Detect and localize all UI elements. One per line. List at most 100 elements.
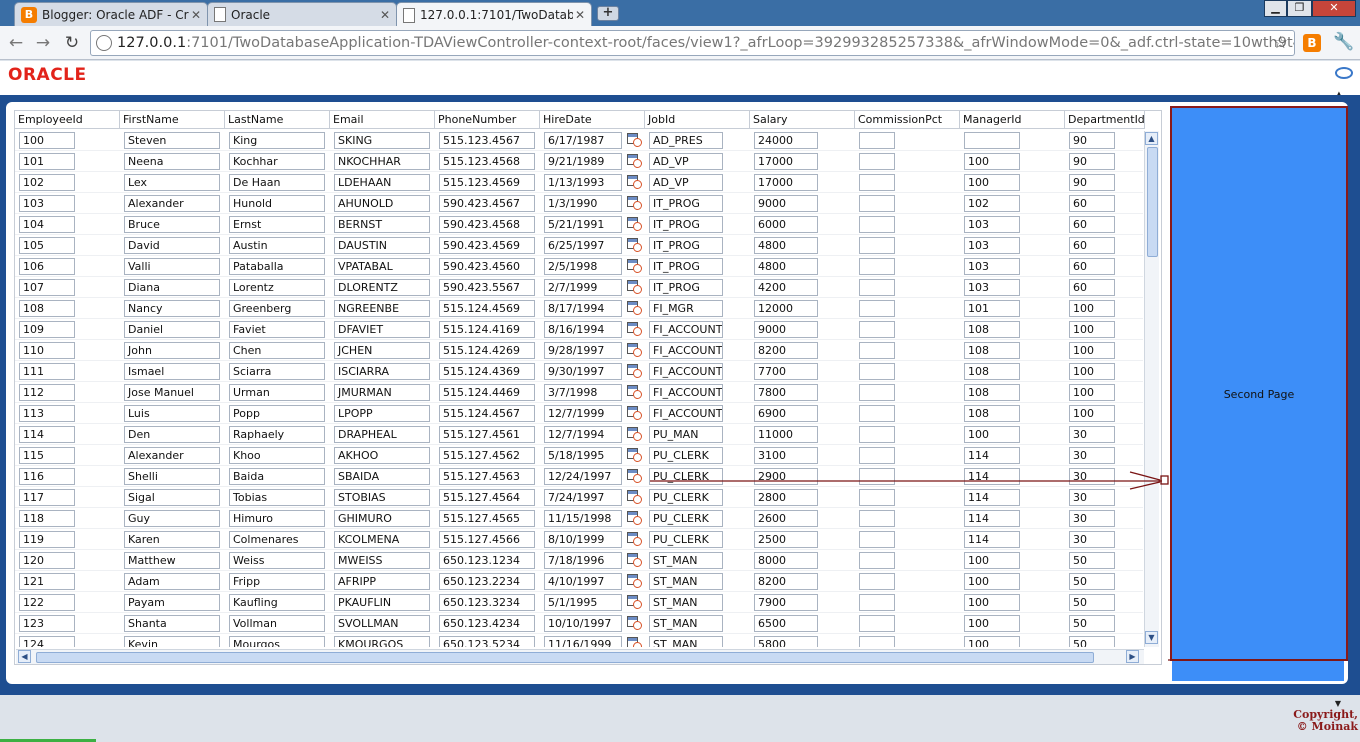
cell-commissionpct[interactable] bbox=[859, 300, 895, 317]
cell-salary[interactable]: 5800 bbox=[754, 636, 818, 647]
cell-hiredate[interactable]: 12/7/1994 bbox=[544, 426, 622, 443]
cell-email[interactable]: PKAUFLIN bbox=[334, 594, 430, 611]
calendar-icon[interactable] bbox=[627, 552, 643, 568]
cell-employeeid[interactable]: 124 bbox=[19, 636, 75, 647]
cell-jobid[interactable]: PU_CLERK bbox=[649, 510, 723, 527]
cell-firstname[interactable]: Alexander bbox=[124, 195, 220, 212]
close-icon[interactable]: ✕ bbox=[573, 8, 587, 22]
cell-phonenumber[interactable]: 515.127.4566 bbox=[439, 531, 535, 548]
second-page-region[interactable]: Second Page bbox=[1170, 106, 1348, 661]
cell-managerid[interactable]: 103 bbox=[964, 237, 1020, 254]
cell-hiredate[interactable]: 8/17/1994 bbox=[544, 300, 622, 317]
cell-lastname[interactable]: Sciarra bbox=[229, 363, 325, 380]
cell-lastname[interactable]: King bbox=[229, 132, 325, 149]
cell-lastname[interactable]: Chen bbox=[229, 342, 325, 359]
cell-lastname[interactable]: Baida bbox=[229, 468, 325, 485]
maximize-button[interactable]: ❐ bbox=[1287, 0, 1312, 17]
calendar-icon[interactable] bbox=[627, 384, 643, 400]
cell-commissionpct[interactable] bbox=[859, 132, 895, 149]
cell-salary[interactable]: 9000 bbox=[754, 321, 818, 338]
reload-icon[interactable]: ↻ bbox=[60, 31, 84, 55]
cell-employeeid[interactable]: 100 bbox=[19, 132, 75, 149]
cell-departmentid[interactable]: 60 bbox=[1069, 195, 1115, 212]
cell-lastname[interactable]: Kochhar bbox=[229, 153, 325, 170]
cell-email[interactable]: DAUSTIN bbox=[334, 237, 430, 254]
calendar-icon[interactable] bbox=[627, 216, 643, 232]
cell-jobid[interactable]: FI_ACCOUNT bbox=[649, 384, 723, 401]
cell-managerid[interactable]: 108 bbox=[964, 321, 1020, 338]
cell-departmentid[interactable]: 50 bbox=[1069, 594, 1115, 611]
cell-commissionpct[interactable] bbox=[859, 531, 895, 548]
calendar-icon[interactable] bbox=[627, 510, 643, 526]
cell-hiredate[interactable]: 9/21/1989 bbox=[544, 153, 622, 170]
cell-firstname[interactable]: Ismael bbox=[124, 363, 220, 380]
cell-managerid[interactable]: 114 bbox=[964, 510, 1020, 527]
cell-departmentid[interactable]: 100 bbox=[1069, 321, 1115, 338]
cell-departmentid[interactable]: 100 bbox=[1069, 363, 1115, 380]
calendar-icon[interactable] bbox=[627, 363, 643, 379]
cell-lastname[interactable]: Tobias bbox=[229, 489, 325, 506]
cell-firstname[interactable]: Steven bbox=[124, 132, 220, 149]
cell-employeeid[interactable]: 108 bbox=[19, 300, 75, 317]
cell-employeeid[interactable]: 119 bbox=[19, 531, 75, 548]
cell-employeeid[interactable]: 110 bbox=[19, 342, 75, 359]
cell-email[interactable]: ISCIARRA bbox=[334, 363, 430, 380]
cell-salary[interactable]: 17000 bbox=[754, 174, 818, 191]
cell-commissionpct[interactable] bbox=[859, 321, 895, 338]
cell-phonenumber[interactable]: 650.123.2234 bbox=[439, 573, 535, 590]
scroll-right-icon[interactable]: ▶ bbox=[1126, 650, 1139, 663]
cell-managerid[interactable]: 100 bbox=[964, 636, 1020, 647]
calendar-icon[interactable] bbox=[627, 531, 643, 547]
cell-lastname[interactable]: Raphaely bbox=[229, 426, 325, 443]
cell-departmentid[interactable]: 100 bbox=[1069, 342, 1115, 359]
cell-hiredate[interactable]: 12/24/1997 bbox=[544, 468, 622, 485]
cell-hiredate[interactable]: 2/7/1999 bbox=[544, 279, 622, 296]
cell-lastname[interactable]: Khoo bbox=[229, 447, 325, 464]
user-icon[interactable] bbox=[1335, 67, 1353, 79]
cell-jobid[interactable]: IT_PROG bbox=[649, 258, 723, 275]
cell-jobid[interactable]: PU_MAN bbox=[649, 426, 723, 443]
cell-jobid[interactable]: PU_CLERK bbox=[649, 447, 723, 464]
calendar-icon[interactable] bbox=[627, 174, 643, 190]
cell-lastname[interactable]: Popp bbox=[229, 405, 325, 422]
scroll-left-icon[interactable]: ◀ bbox=[18, 650, 31, 663]
cell-phonenumber[interactable]: 515.127.4563 bbox=[439, 468, 535, 485]
cell-employeeid[interactable]: 120 bbox=[19, 552, 75, 569]
calendar-icon[interactable] bbox=[627, 447, 643, 463]
cell-departmentid[interactable]: 100 bbox=[1069, 405, 1115, 422]
cell-hiredate[interactable]: 12/7/1999 bbox=[544, 405, 622, 422]
minimize-button[interactable]: ▁ bbox=[1264, 0, 1287, 17]
cell-commissionpct[interactable] bbox=[859, 174, 895, 191]
cell-email[interactable]: VPATABAL bbox=[334, 258, 430, 275]
cell-managerid[interactable]: 100 bbox=[964, 426, 1020, 443]
cell-lastname[interactable]: Hunold bbox=[229, 195, 325, 212]
cell-jobid[interactable]: ST_MAN bbox=[649, 573, 723, 590]
cell-managerid[interactable]: 100 bbox=[964, 615, 1020, 632]
cell-lastname[interactable]: Himuro bbox=[229, 510, 325, 527]
cell-firstname[interactable]: John bbox=[124, 342, 220, 359]
cell-phonenumber[interactable]: 515.127.4561 bbox=[439, 426, 535, 443]
cell-firstname[interactable]: Valli bbox=[124, 258, 220, 275]
cell-phonenumber[interactable]: 650.123.4234 bbox=[439, 615, 535, 632]
cell-salary[interactable]: 9000 bbox=[754, 195, 818, 212]
cell-commissionpct[interactable] bbox=[859, 237, 895, 254]
cell-email[interactable]: NGREENBE bbox=[334, 300, 430, 317]
cell-departmentid[interactable]: 90 bbox=[1069, 174, 1115, 191]
cell-managerid[interactable]: 108 bbox=[964, 384, 1020, 401]
cell-employeeid[interactable]: 121 bbox=[19, 573, 75, 590]
cell-departmentid[interactable]: 60 bbox=[1069, 237, 1115, 254]
cell-phonenumber[interactable]: 650.123.3234 bbox=[439, 594, 535, 611]
cell-hiredate[interactable]: 4/10/1997 bbox=[544, 573, 622, 590]
cell-lastname[interactable]: De Haan bbox=[229, 174, 325, 191]
cell-departmentid[interactable]: 50 bbox=[1069, 636, 1115, 647]
calendar-icon[interactable] bbox=[627, 573, 643, 589]
cell-jobid[interactable]: AD_PRES bbox=[649, 132, 723, 149]
cell-salary[interactable]: 6000 bbox=[754, 216, 818, 233]
cell-phonenumber[interactable]: 515.127.4565 bbox=[439, 510, 535, 527]
cell-hiredate[interactable]: 6/25/1997 bbox=[544, 237, 622, 254]
cell-departmentid[interactable]: 60 bbox=[1069, 258, 1115, 275]
cell-commissionpct[interactable] bbox=[859, 426, 895, 443]
cell-employeeid[interactable]: 111 bbox=[19, 363, 75, 380]
address-bar[interactable]: 127.0.0.1:7101/TwoDatabaseApplication-TD… bbox=[90, 30, 1295, 56]
cell-jobid[interactable]: FI_ACCOUNT bbox=[649, 342, 723, 359]
